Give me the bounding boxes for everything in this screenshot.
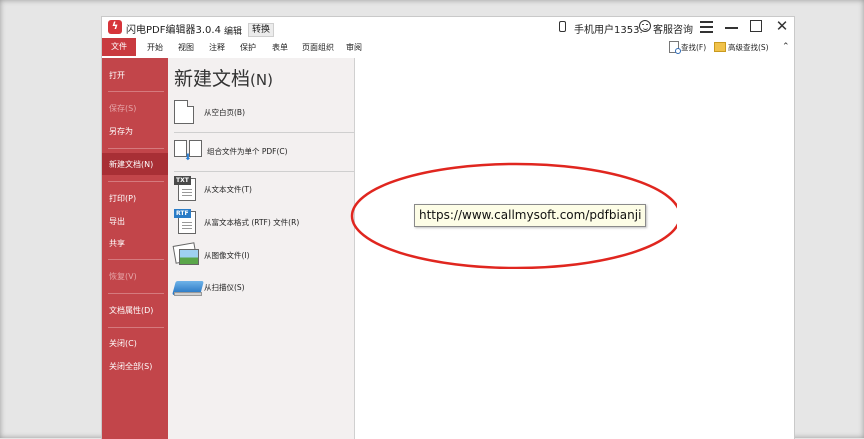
advanced-find-label: 高级查找(S) <box>728 42 769 52</box>
panel-title-shortcut: (N) <box>250 71 273 89</box>
panel-divider <box>174 171 354 172</box>
find-button[interactable]: 查找(F) <box>669 40 706 54</box>
minimize-icon[interactable] <box>725 27 738 29</box>
file-sidebar: 打开 保存(S) 另存为 新建文档(N) 打印(P) 导出 共享 恢复(V) 文… <box>102 58 168 439</box>
txt-file-icon: TXT <box>174 176 198 202</box>
menu-icon[interactable] <box>700 21 713 33</box>
panel-title-text: 新建文档 <box>174 68 251 90</box>
option-from-image-file[interactable]: 从图像文件(I) <box>172 242 352 268</box>
combine-files-icon: ⬇ <box>174 140 204 163</box>
rtf-file-icon: RTF <box>174 209 198 235</box>
sidebar-item-new-document[interactable]: 新建文档(N) <box>109 159 153 170</box>
user-account[interactable]: 手机用户1353. <box>574 21 643 36</box>
sidebar-item-close[interactable]: 关闭(C) <box>109 338 137 349</box>
customer-service-link[interactable]: 客服咨询 <box>653 21 693 36</box>
rtf-tag: RTF <box>174 209 191 218</box>
sidebar-item-share[interactable]: 共享 <box>109 238 125 249</box>
option-from-rtf-file[interactable]: RTF 从富文本格式 (RTF) 文件(R) <box>174 209 352 235</box>
app-title: 闪电PDF编辑器3.0.4 <box>126 25 221 36</box>
option-combine-files[interactable]: ⬇ 组合文件为单个 PDF(C) <box>174 138 352 164</box>
option-label: 从空白页(B) <box>204 107 245 117</box>
sidebar-item-close-all[interactable]: 关闭全部(S) <box>109 361 152 372</box>
mode-edit-tab[interactable]: 编辑 <box>224 24 242 37</box>
collapse-ribbon-icon[interactable]: ⌃ <box>782 42 790 52</box>
sidebar-divider <box>108 327 164 328</box>
tab-comment[interactable]: 注释 <box>209 42 225 53</box>
tab-view[interactable]: 视图 <box>178 42 194 53</box>
panel-title: 新建文档(N) <box>174 64 273 91</box>
mode-convert-tab[interactable]: 转换 <box>248 23 275 37</box>
new-document-panel: 新建文档(N) 从空白页(B) ⬇ 组合文件为单个 PDF(C) TXT 从文本… <box>168 58 355 439</box>
advanced-find-button[interactable]: 高级查找(S) <box>714 40 769 54</box>
folder-search-icon <box>714 42 726 52</box>
sidebar-divider <box>108 259 164 260</box>
sidebar-divider <box>108 148 164 149</box>
tab-review[interactable]: 审阅 <box>346 42 362 53</box>
option-from-text-file[interactable]: TXT 从文本文件(T) <box>174 176 352 202</box>
smile-icon[interactable] <box>639 20 651 32</box>
sidebar-item-print[interactable]: 打印(P) <box>109 193 136 204</box>
tab-home[interactable]: 开始 <box>147 42 163 53</box>
option-label: 从图像文件(I) <box>204 250 250 260</box>
sidebar-divider <box>108 91 164 92</box>
phone-icon <box>559 21 566 32</box>
tab-file[interactable]: 文件 <box>102 38 136 56</box>
option-from-scanner[interactable]: 从扫描仪(S) <box>172 274 352 300</box>
image-file-icon <box>172 242 200 266</box>
sidebar-item-save[interactable]: 保存(S) <box>109 103 136 114</box>
option-blank-page[interactable]: 从空白页(B) <box>174 99 352 125</box>
option-label: 组合文件为单个 PDF(C) <box>207 146 288 156</box>
sidebar-divider <box>108 293 164 294</box>
panel-divider <box>174 132 354 133</box>
scanner-icon <box>172 277 204 297</box>
url-tooltip: https://www.callmysoft.com/pdfbianji <box>414 204 647 227</box>
tab-form[interactable]: 表单 <box>272 42 288 53</box>
sidebar-item-save-as[interactable]: 另存为 <box>109 126 133 137</box>
option-label: 从文本文件(T) <box>204 184 252 194</box>
blank-page-icon <box>174 100 194 124</box>
sidebar-item-open[interactable]: 打开 <box>109 70 125 81</box>
sidebar-item-export[interactable]: 导出 <box>109 216 125 227</box>
find-label: 查找(F) <box>681 42 707 52</box>
close-icon[interactable]: ✕ <box>775 18 789 34</box>
app-logo-icon: ϟ <box>108 20 122 34</box>
txt-tag: TXT <box>174 176 191 185</box>
maximize-icon[interactable] <box>750 20 762 32</box>
find-icon <box>669 41 681 54</box>
sidebar-item-document-properties[interactable]: 文档属性(D) <box>109 305 153 316</box>
tab-protect[interactable]: 保护 <box>240 42 256 53</box>
sidebar-divider <box>108 181 164 182</box>
option-label: 从扫描仪(S) <box>204 282 245 292</box>
tab-page-organize[interactable]: 页面组织 <box>302 42 334 53</box>
title-bar: ϟ 闪电PDF编辑器3.0.4 编辑 转换 手机用户1353. 客服咨询 ✕ <box>102 17 794 38</box>
sidebar-item-restore[interactable]: 恢复(V) <box>109 271 137 282</box>
ribbon-bar: 文件 开始 视图 注释 保护 表单 页面组织 审阅 查找(F) 高级查找(S) … <box>102 38 794 59</box>
option-label: 从富文本格式 (RTF) 文件(R) <box>204 217 300 227</box>
